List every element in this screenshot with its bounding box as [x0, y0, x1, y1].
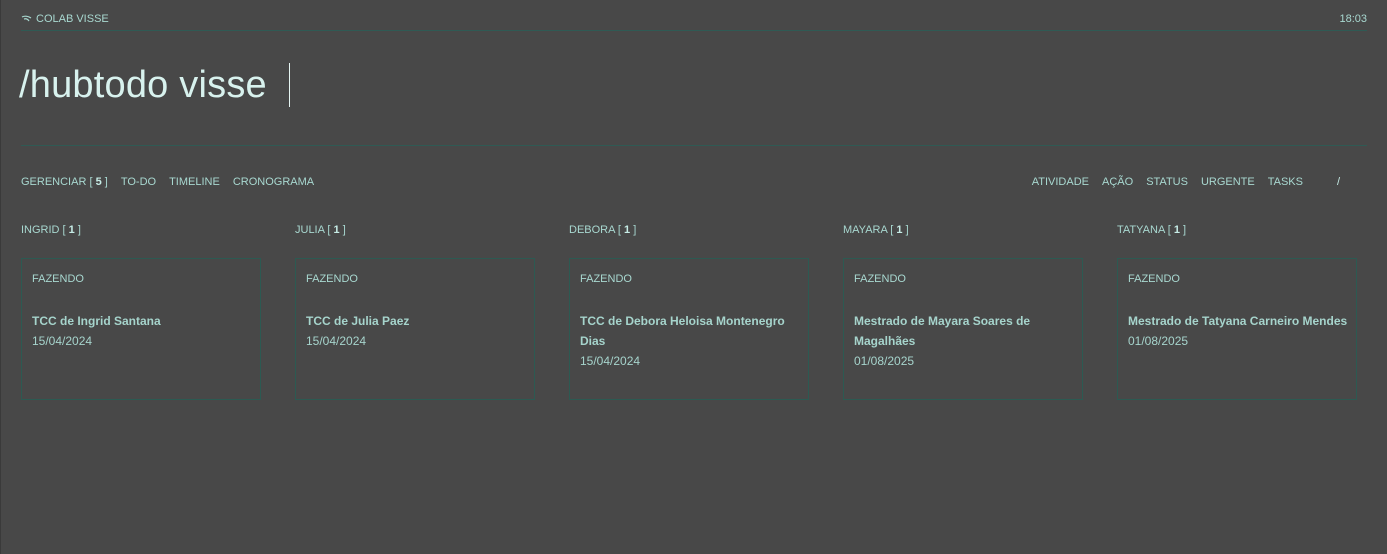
divider — [21, 145, 1367, 146]
nav-gerenciar[interactable]: GERENCIAR [ 5 ] — [21, 176, 108, 188]
column-header[interactable]: INGRID [ 1 ] — [21, 224, 263, 238]
lab-logo-icon — [21, 15, 32, 24]
card-date: 01/08/2025 — [854, 354, 915, 368]
card-date: 15/04/2024 — [580, 354, 641, 368]
card-title-block: TCC de Julia Paez 15/04/2024 — [306, 311, 526, 351]
column-count: 1 — [1173, 224, 1180, 236]
column-header[interactable]: MAYARA [ 1 ] — [843, 224, 1085, 238]
filter-atividade[interactable]: ATIVIDADE — [1032, 176, 1089, 188]
filter-urgente[interactable]: URGENTE — [1201, 176, 1255, 188]
nav-timeline[interactable]: TIMELINE — [169, 176, 220, 188]
card-status: FAZENDO — [854, 273, 906, 285]
card-title-block: Mestrado de Mayara Soares de Magalhães 0… — [854, 311, 1074, 371]
column-name: DEBORA — [569, 224, 615, 236]
card-date: 01/08/2025 — [1128, 334, 1189, 348]
card-status: FAZENDO — [580, 273, 632, 285]
brand-name: COLAB VISSE — [36, 13, 109, 25]
nav-left: GERENCIAR [ 5 ] TO-DO TIMELINE CRONOGRAM… — [21, 176, 314, 188]
card-title-block: Mestrado de Tatyana Carneiro Mendes 01/0… — [1128, 311, 1348, 351]
filter-tasks[interactable]: TASKS — [1268, 176, 1303, 188]
card-date: 15/04/2024 — [32, 334, 93, 348]
top-bar: COLAB VISSE 18:03 — [21, 12, 1367, 31]
card-title-block: TCC de Ingrid Santana 15/04/2024 — [32, 311, 252, 351]
card-title-block: TCC de Debora Heloisa Montenegro Dias 15… — [580, 311, 800, 371]
task-card[interactable]: FAZENDO TCC de Ingrid Santana 15/04/2024 — [21, 258, 261, 400]
column-name: INGRID — [21, 224, 60, 236]
card-title: TCC de Debora Heloisa Montenegro Dias — [580, 314, 785, 348]
title-area: /hubtodo visse — [19, 62, 290, 108]
task-card[interactable]: FAZENDO Mestrado de Tatyana Carneiro Men… — [1117, 258, 1357, 400]
card-status: FAZENDO — [1128, 273, 1180, 285]
column-name: JULIA — [295, 224, 325, 236]
nav-gerenciar-suffix: ] — [101, 176, 108, 188]
task-card[interactable]: FAZENDO TCC de Debora Heloisa Montenegro… — [569, 258, 809, 400]
card-status: FAZENDO — [306, 273, 358, 285]
column-mayara: MAYARA [ 1 ] FAZENDO Mestrado de Mayara … — [843, 224, 1085, 400]
nav-cronograma[interactable]: CRONOGRAMA — [233, 176, 314, 188]
column-count: 1 — [896, 224, 903, 236]
card-date: 15/04/2024 — [306, 334, 367, 348]
card-title: Mestrado de Mayara Soares de Magalhães — [854, 314, 1031, 348]
filter-status[interactable]: STATUS — [1146, 176, 1188, 188]
clock: 18:03 — [1339, 13, 1367, 25]
nav-slash[interactable]: / — [1337, 176, 1340, 188]
nav-todo[interactable]: TO-DO — [121, 176, 156, 188]
column-name: TATYANA — [1117, 224, 1165, 236]
column-header[interactable]: TATYANA [ 1 ] — [1117, 224, 1359, 238]
task-card[interactable]: FAZENDO Mestrado de Mayara Soares de Mag… — [843, 258, 1083, 400]
column-tatyana: TATYANA [ 1 ] FAZENDO Mestrado de Tatyan… — [1117, 224, 1359, 400]
card-title: TCC de Julia Paez — [306, 314, 410, 328]
column-ingrid: INGRID [ 1 ] FAZENDO TCC de Ingrid Santa… — [21, 224, 263, 400]
column-debora: DEBORA [ 1 ] FAZENDO TCC de Debora Heloi… — [569, 224, 811, 400]
task-card[interactable]: FAZENDO TCC de Julia Paez 15/04/2024 — [295, 258, 535, 400]
column-header[interactable]: DEBORA [ 1 ] — [569, 224, 811, 238]
nav-right: ATIVIDADE AÇÃO STATUS URGENTE TASKS — [1032, 176, 1303, 188]
card-title: TCC de Ingrid Santana — [32, 314, 161, 328]
page-title: /hubtodo visse — [19, 64, 267, 106]
column-header[interactable]: JULIA [ 1 ] — [295, 224, 537, 238]
column-count: 1 — [333, 224, 340, 236]
card-status: FAZENDO — [32, 273, 84, 285]
column-julia: JULIA [ 1 ] FAZENDO TCC de Julia Paez 15… — [295, 224, 537, 400]
brand[interactable]: COLAB VISSE — [21, 13, 109, 25]
column-name: MAYARA — [843, 224, 888, 236]
nav-gerenciar-label: GERENCIAR [ — [21, 176, 96, 188]
column-count: 1 — [624, 224, 631, 236]
filter-acao[interactable]: AÇÃO — [1102, 176, 1133, 188]
column-count: 1 — [68, 224, 75, 236]
card-title: Mestrado de Tatyana Carneiro Mendes — [1128, 314, 1348, 328]
text-cursor — [288, 63, 290, 107]
